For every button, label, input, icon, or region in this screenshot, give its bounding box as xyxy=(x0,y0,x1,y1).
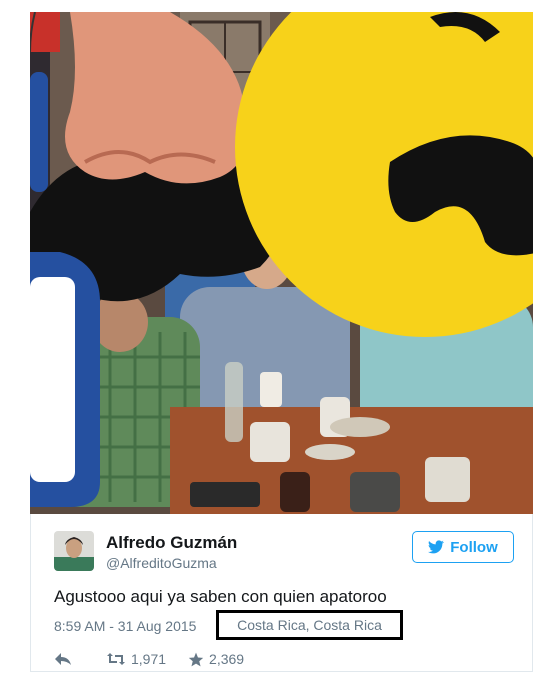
like-count: 2,369 xyxy=(209,651,245,667)
retweet-icon xyxy=(107,653,125,665)
reply-action[interactable] xyxy=(54,652,72,666)
photo-canvas xyxy=(30,12,533,514)
tweet-timestamp[interactable]: 8:59 AM - 31 Aug 2015 xyxy=(54,618,196,634)
tweet-text: Agustooo aqui ya saben con quien apatoro… xyxy=(54,587,387,606)
avatar-image xyxy=(54,531,94,571)
display-name[interactable]: Alfredo Guzmán xyxy=(106,533,237,553)
retweet-action[interactable]: 1,971 xyxy=(106,651,166,667)
user-handle[interactable]: @AlfreditoGuzma xyxy=(106,555,217,571)
follow-button[interactable]: Follow xyxy=(412,531,514,563)
location-label: Costa Rica, Costa Rica xyxy=(237,617,382,633)
tweet-body: Alfredo Guzmán @AlfreditoGuzma Follow Ag… xyxy=(30,514,533,672)
bird-icon xyxy=(428,540,445,554)
retweet-count: 1,971 xyxy=(131,651,167,667)
like-action[interactable]: 2,369 xyxy=(188,651,244,667)
tweet-location[interactable]: Costa Rica, Costa Rica xyxy=(216,610,403,640)
tweet-photo[interactable] xyxy=(30,12,533,514)
follow-label: Follow xyxy=(450,538,498,556)
avatar[interactable] xyxy=(54,531,94,571)
star-icon xyxy=(188,652,204,666)
tweet-actions: 1,971 2,369 xyxy=(54,649,244,669)
reply-icon xyxy=(55,653,71,665)
